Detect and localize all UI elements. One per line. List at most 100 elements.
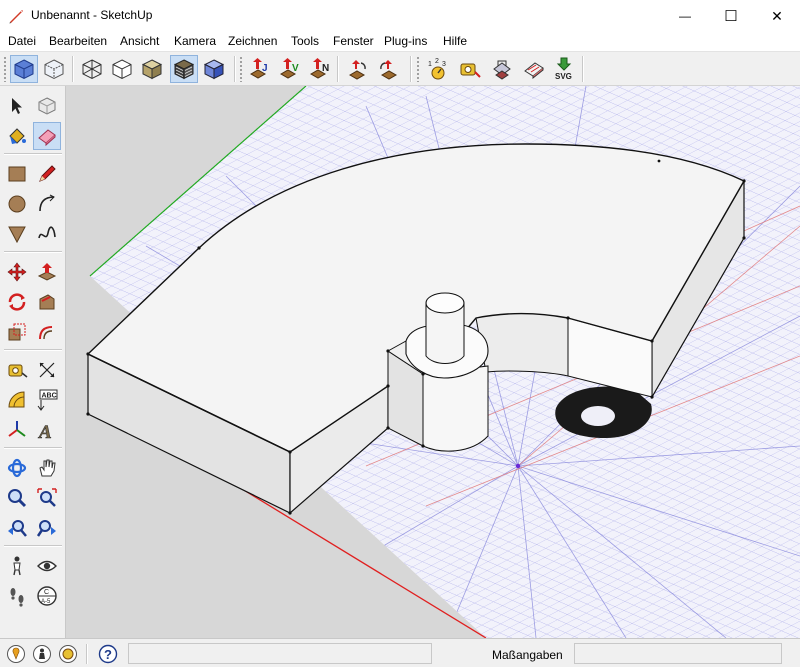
credits-icon[interactable] — [32, 644, 52, 664]
toolbar-separator — [72, 56, 74, 82]
numbering-icon: 1 2 3 — [428, 58, 446, 80]
minimize-button[interactable]: — — [662, 0, 708, 32]
tool-walk-button[interactable] — [3, 582, 31, 610]
tool-axes-button[interactable] — [3, 416, 31, 444]
origin-marker — [515, 463, 521, 469]
svg-text:SVG: SVG — [555, 72, 572, 81]
tool-section-plane-button[interactable]: C A-5 — [33, 582, 61, 610]
menu-kamera[interactable]: Kamera — [174, 34, 216, 48]
paint-bucket-icon — [9, 128, 26, 144]
toolbar-export-svg-button[interactable]: SVG — [550, 55, 578, 83]
toolbar-xray-button[interactable] — [40, 55, 68, 83]
sketchup-app-icon — [9, 9, 23, 24]
toolbar-wireframe-button[interactable] — [78, 55, 106, 83]
xray-icon — [44, 59, 64, 80]
toolbar-rotate-left-button[interactable] — [344, 55, 372, 83]
zoom-icon — [8, 489, 27, 508]
component-icon — [38, 97, 56, 115]
toolbar-grip[interactable] — [3, 56, 7, 82]
footprints-icon — [10, 588, 24, 607]
menu-bearbeiten[interactable]: Bearbeiten — [49, 34, 107, 48]
tape-measure-icon — [8, 364, 28, 378]
tool-move-button[interactable] — [3, 258, 31, 286]
svg-text:?: ? — [104, 647, 112, 662]
measurements-input[interactable] — [574, 643, 782, 664]
tool-next-view-button[interactable] — [33, 514, 61, 542]
tool-polygon-button[interactable] — [3, 220, 31, 248]
toolbar-rotate-right-button[interactable] — [376, 55, 404, 83]
toolbar-separator — [410, 56, 412, 82]
toolbar-hidden-line-button[interactable] — [108, 55, 136, 83]
toolbar-section-button[interactable] — [488, 55, 516, 83]
toolbar-grip[interactable] — [416, 56, 420, 82]
maximize-button[interactable]: ☐ — [708, 0, 754, 32]
toolbar-tape-line-button[interactable] — [456, 55, 484, 83]
tool-tape-measure-button[interactable] — [3, 356, 31, 384]
tool-line-button[interactable] — [33, 160, 61, 188]
tool-freehand-button[interactable] — [33, 220, 61, 248]
toolbar-grip[interactable] — [239, 56, 243, 82]
svg-text:1: 1 — [428, 61, 432, 68]
tool-zoom-button[interactable] — [3, 484, 31, 512]
section-icon — [493, 60, 511, 80]
eraser-lines-icon — [524, 62, 544, 80]
menu-plugins[interactable]: Plug-ins — [384, 34, 427, 48]
tool-pan-button[interactable] — [33, 454, 61, 482]
signin-icon[interactable] — [58, 644, 78, 664]
geo-location-icon[interactable] — [6, 644, 26, 664]
tool-scale-button[interactable] — [3, 318, 31, 346]
menu-ansicht[interactable]: Ansicht — [120, 34, 159, 48]
tool-3d-text-button[interactable]: A — [33, 416, 61, 444]
svg-text:ABC: ABC — [42, 393, 57, 400]
help-icon[interactable]: ? — [98, 644, 118, 664]
iso-view-icon — [14, 59, 34, 80]
tool-follow-me-button[interactable] — [33, 288, 61, 316]
shaded-icon — [141, 59, 163, 80]
toolbar-monochrome-button[interactable] — [200, 55, 228, 83]
tool-make-component-button[interactable] — [33, 92, 61, 120]
menu-fenster[interactable]: Fenster — [333, 34, 374, 48]
tool-protractor-button[interactable] — [3, 386, 31, 414]
menu-zeichnen[interactable]: Zeichnen — [228, 34, 277, 48]
toolbar-export-j-button[interactable]: J — [246, 55, 274, 83]
position-camera-icon — [13, 556, 21, 576]
tool-look-around-button[interactable] — [33, 552, 61, 580]
tool-zoom-extents-button[interactable] — [33, 484, 61, 512]
toolbar-shaded-button[interactable] — [138, 55, 166, 83]
tool-rectangle-button[interactable] — [3, 160, 31, 188]
title-bar: Unbenannt - SketchUp — ☐ ✕ — [0, 0, 800, 32]
tool-dimension-button[interactable] — [33, 356, 61, 384]
tool-orbit-button[interactable] — [3, 454, 31, 482]
hidden-line-icon — [112, 59, 132, 80]
tool-push-pull-button[interactable] — [33, 258, 61, 286]
palette-separator — [4, 153, 62, 155]
svg-text:V: V — [292, 63, 299, 74]
tool-circle-button[interactable] — [3, 190, 31, 218]
menu-bar: Datei Bearbeiten Ansicht Kamera Zeichnen… — [0, 32, 800, 52]
measurements-label: Maßangaben — [492, 648, 563, 662]
toolbar-iso-view-button[interactable] — [10, 55, 38, 83]
svg-text:C: C — [44, 589, 49, 596]
toolbar-eraser-lines-button[interactable] — [520, 55, 548, 83]
tool-paint-bucket-button[interactable] — [3, 122, 31, 150]
tool-position-camera-button[interactable] — [3, 552, 31, 580]
toolbar-export-n-button[interactable]: N — [306, 55, 334, 83]
tool-arc-button[interactable] — [33, 190, 61, 218]
menu-tools[interactable]: Tools — [291, 34, 319, 48]
toolbar-export-v-button[interactable]: V — [276, 55, 304, 83]
tool-text-button[interactable]: ABC — [33, 386, 61, 414]
menu-hilfe[interactable]: Hilfe — [443, 34, 467, 48]
tool-previous-view-button[interactable] — [3, 514, 31, 542]
toolbar-shaded-textures-button[interactable] — [170, 55, 198, 83]
rectangle-icon — [8, 166, 26, 182]
menu-datei[interactable]: Datei — [8, 34, 36, 48]
arc-icon — [39, 194, 55, 212]
tool-rotate-button[interactable] — [3, 288, 31, 316]
tool-offset-button[interactable] — [33, 318, 61, 346]
model-viewport[interactable] — [66, 86, 800, 638]
rotate-left-icon — [348, 60, 366, 80]
toolbar-numbering-button[interactable]: 1 2 3 — [424, 55, 452, 83]
tool-select-button[interactable] — [3, 92, 31, 120]
tool-eraser-button[interactable] — [33, 122, 61, 150]
close-button[interactable]: ✕ — [754, 0, 800, 32]
